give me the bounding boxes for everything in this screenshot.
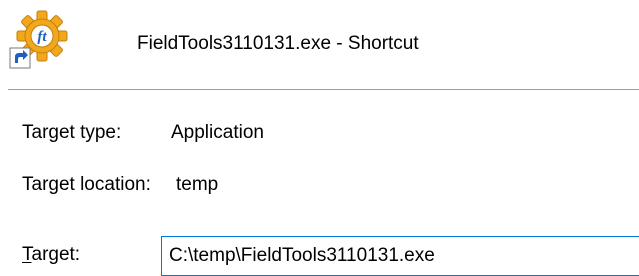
- target-location-value: temp: [176, 174, 219, 195]
- target-input[interactable]: [161, 236, 639, 276]
- target-label-mnemonic: T: [22, 244, 32, 265]
- shortcut-name: FieldTools3110131.exe - Shortcut: [137, 33, 419, 54]
- target-location-label: Target location:: [22, 174, 151, 195]
- shortcut-arrow-icon: [9, 47, 31, 69]
- divider: [8, 89, 639, 90]
- svg-text:ft: ft: [37, 29, 47, 45]
- target-field[interactable]: [161, 236, 639, 276]
- target-label: Target:: [22, 244, 80, 266]
- app-icon: ft: [8, 10, 72, 70]
- target-type-value: Application: [171, 122, 264, 143]
- fieldtools-gear-icon: ft: [9, 10, 68, 69]
- target-type-label: Target type:: [22, 122, 122, 143]
- target-label-text: arget:: [31, 244, 81, 265]
